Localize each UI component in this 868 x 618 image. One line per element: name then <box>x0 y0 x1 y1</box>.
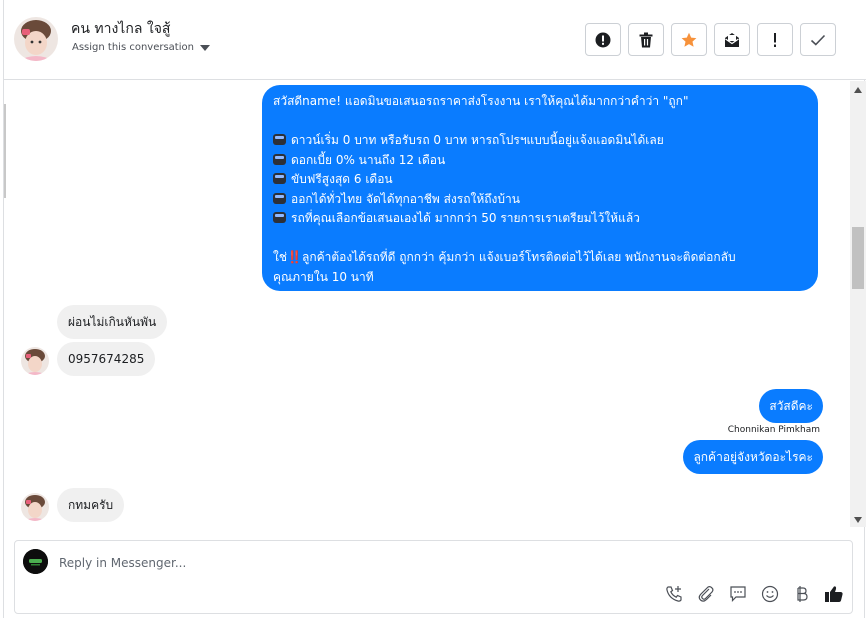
delete-button[interactable] <box>628 23 664 56</box>
conversation-toolbar <box>585 23 836 56</box>
assign-label: Assign this conversation <box>72 42 194 53</box>
message-bullet: ออกได้ทั่วไทย จัดได้ทุกอาชีพ ส่งรถให้ถึง… <box>273 190 808 210</box>
phone-add-icon <box>666 586 682 602</box>
emoji-icon <box>761 585 779 603</box>
contact-name: คน ทางไกล ใจสู้ <box>71 21 171 37</box>
mark-done-button[interactable] <box>800 23 836 56</box>
incoming-message[interactable]: กทมครับ <box>57 488 125 522</box>
message-bullet: ดาวน์เริ่ม 0 บาท หรือรับรถ 0 บาท หารถโปร… <box>273 131 808 151</box>
incoming-message[interactable]: ผ่อนไม่เกินหันพัน <box>57 305 168 339</box>
add-phone-button[interactable] <box>664 584 684 604</box>
check-icon <box>810 34 826 46</box>
page-avatar <box>23 549 48 574</box>
emoji-button[interactable] <box>760 584 780 604</box>
important-button[interactable] <box>757 23 793 56</box>
contact-avatar[interactable] <box>14 17 58 61</box>
composer-toolbar <box>664 584 844 604</box>
conversation-panel: คน ทางไกล ใจสู้ Assign this conversation <box>3 0 866 618</box>
message-scrollbar[interactable] <box>850 81 866 527</box>
saved-reply-icon <box>730 586 746 602</box>
message-line: สวัสดีname! แอดมินขอเสนอรถราคาส่งโรงงาน … <box>273 94 689 108</box>
trash-icon <box>639 32 653 47</box>
reply-input[interactable] <box>59 553 659 573</box>
scroll-down-icon[interactable] <box>854 517 862 523</box>
like-button[interactable] <box>824 584 844 604</box>
payment-button[interactable] <box>792 584 812 604</box>
sender-name: Chonnikan Pimkham <box>727 425 820 435</box>
contact-avatar-small <box>21 347 49 375</box>
double-exclamation-icon: ‼️ <box>287 250 302 264</box>
message-line: คุณภายใน 10 นาที <box>273 269 374 284</box>
incoming-message[interactable]: 0957674285 <box>57 342 156 376</box>
message-bullet: รถที่คุณเลือกข้อเสนอเองได้ มากกว่า 50 รา… <box>273 209 808 229</box>
message-bullet: ดอกเบี้ย 0% นานถึง 12 เดือน <box>273 151 808 171</box>
reply-composer <box>14 540 853 614</box>
car-icon <box>273 173 286 184</box>
car-icon <box>273 134 286 145</box>
report-icon <box>595 32 611 47</box>
outgoing-message-offer[interactable]: สวัสดีname! แอดมินขอเสนอรถราคาส่งโรงงาน … <box>262 85 818 291</box>
conversation-header: คน ทางไกล ใจสู้ Assign this conversation <box>4 0 866 80</box>
baht-icon <box>797 586 808 602</box>
scroll-thumb[interactable] <box>852 227 864 289</box>
assign-conversation-dropdown[interactable]: Assign this conversation <box>72 42 210 53</box>
saved-replies-button[interactable] <box>728 584 748 604</box>
outgoing-message[interactable]: ลูกค้าอยู่จังหวัดอะไรคะ <box>683 440 823 474</box>
attachment-icon <box>698 586 714 602</box>
scroll-up-icon[interactable] <box>854 87 862 93</box>
thumbs-up-icon <box>825 586 843 602</box>
mark-unread-icon <box>725 32 739 47</box>
attach-button[interactable] <box>696 584 716 604</box>
car-icon <box>273 192 286 204</box>
car-icon <box>273 212 286 223</box>
caret-down-icon <box>199 44 210 51</box>
mark-unread-button[interactable] <box>714 23 750 56</box>
message-thread[interactable]: สวัสดีname! แอดมินขอเสนอรถราคาส่งโรงงาน … <box>4 81 850 527</box>
contact-avatar-small <box>21 493 49 521</box>
message-bullet: ขับฟรีสูงสุด 6 เดือน <box>273 170 808 190</box>
star-button[interactable] <box>671 23 707 56</box>
report-button[interactable] <box>585 23 621 56</box>
outgoing-message[interactable]: สวัสดีคะ <box>759 389 823 423</box>
car-icon <box>273 153 286 165</box>
important-icon <box>774 32 776 47</box>
message-line: ใช่‼️ลูกค้าต้องได้รถที่ดี ถูกกว่า คุ้มกว… <box>273 250 736 264</box>
star-icon <box>681 32 697 47</box>
